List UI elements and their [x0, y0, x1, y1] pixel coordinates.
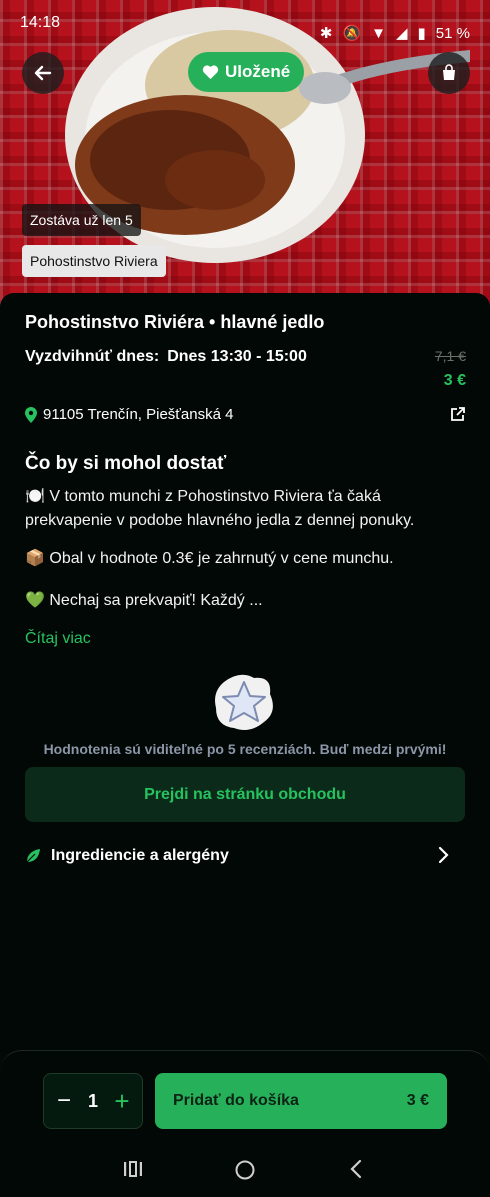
read-more-link[interactable]: Čítaj viac: [25, 630, 91, 648]
status-time: 14:18: [20, 14, 61, 31]
add-to-cart-price: 3 €: [406, 1092, 429, 1109]
mute-icon: 🔕: [342, 25, 362, 42]
add-to-cart-label: Pridať do košíka: [173, 1092, 299, 1109]
saved-label: Uložené: [225, 62, 291, 81]
store-tag: Pohostinstvo Riviera: [22, 245, 166, 277]
current-price: 3 €: [443, 372, 466, 389]
saved-toggle[interactable]: Uložené: [188, 52, 305, 92]
add-to-cart-button[interactable]: Pridať do košíka 3 €: [155, 1073, 447, 1129]
description-text: 🍽️ V tomto munchi z Pohostinstvo Riviera…: [25, 488, 415, 529]
quantity-stepper: − 1 +: [43, 1073, 143, 1129]
bluetooth-icon: ✱: [319, 25, 333, 42]
back-button[interactable]: [22, 52, 64, 94]
location-pin-icon: [25, 406, 37, 423]
original-price: 7,1 €: [434, 348, 466, 364]
cart-bar: − 1 + Pridať do košíka 3 €: [0, 1050, 490, 1197]
description-heading: Čo by si mohol dostať: [25, 453, 227, 474]
address-text: 91105 Trenčín, Piešťanská 4: [43, 406, 234, 423]
pickup-info: Vyzdvihnúť dnes: Dnes 13:30 - 15:00: [25, 348, 307, 366]
status-bar: 14:18 ✱ 🔕 ▼ ◢ ▮ 51 %: [0, 0, 490, 52]
hero-image: 14:18 ✱ 🔕 ▼ ◢ ▮ 51 % Uložené Zostáva už …: [0, 0, 490, 310]
ingredients-row[interactable]: Ingrediencie a alergény: [25, 833, 465, 879]
increase-button[interactable]: +: [114, 1086, 130, 1117]
cart-button[interactable]: [428, 52, 470, 94]
arrow-left-icon: [34, 65, 52, 81]
heart-icon: [202, 65, 219, 80]
offer-details: Pohostinstvo Riviéra • hlavné jedlo Vyzd…: [0, 293, 490, 1053]
pickup-label: Vyzdvihnúť dnes:: [25, 348, 160, 365]
battery-icon: ▮: [417, 25, 426, 42]
battery-level: 51 %: [435, 24, 470, 42]
offer-title: Pohostinstvo Riviéra • hlavné jedlo: [25, 312, 325, 332]
quantity-value: 1: [87, 1090, 98, 1111]
back-nav-icon[interactable]: [348, 1159, 364, 1179]
leaf-icon: [26, 849, 40, 863]
remaining-badge: Zostáva už len 5: [22, 204, 141, 236]
description-text: 💚 Nechaj sa prekvapiť! Každý ...: [25, 592, 263, 609]
ingredients-label: Ingrediencie a alergény: [51, 847, 229, 864]
external-link-icon[interactable]: [450, 406, 466, 422]
decrease-button[interactable]: −: [56, 1087, 72, 1115]
signal-icon: ◢: [395, 25, 408, 42]
wifi-icon: ▼: [371, 24, 386, 42]
pickup-time: Dnes 13:30 - 15:00: [167, 348, 307, 365]
system-nav-bar: [0, 1151, 490, 1187]
description-text: 📦 Obal v hodnote 0.3€ je zahrnutý v cene…: [25, 550, 394, 567]
rating-note: Hodnotenia sú viditeľné po 5 recenziách.…: [43, 741, 447, 757]
address-link[interactable]: 91105 Trenčín, Piešťanská 4: [25, 406, 233, 423]
home-icon[interactable]: [234, 1159, 256, 1181]
go-to-store-button[interactable]: Prejdi na stránku obchodu: [25, 767, 465, 822]
chevron-right-icon: [438, 846, 449, 864]
shopping-bag-icon: [443, 64, 455, 80]
recent-apps-icon[interactable]: [122, 1159, 144, 1179]
star-illustration-icon: [215, 674, 273, 730]
